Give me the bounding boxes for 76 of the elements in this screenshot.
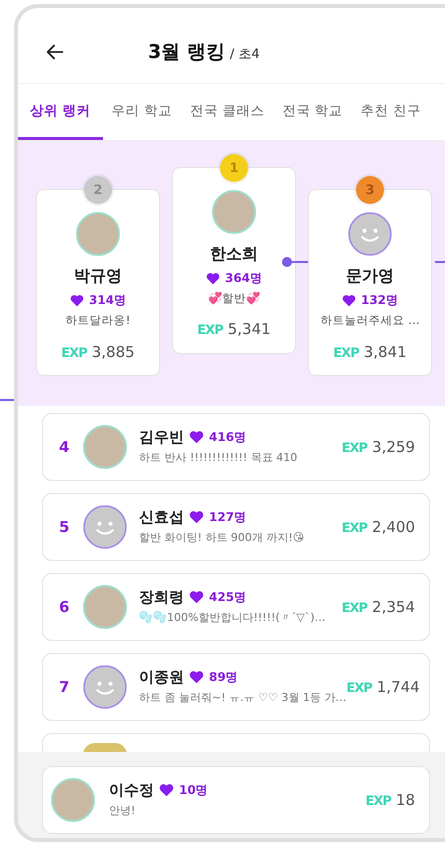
exp-value: 3,259: [372, 438, 415, 456]
heart-count: 364명: [224, 270, 262, 287]
exp-value: 3,841: [364, 343, 407, 361]
rank-number: 7: [59, 678, 70, 696]
photo-placeholder: [83, 585, 127, 629]
photo-placeholder: [51, 778, 95, 822]
tab[interactable]: 전국 학교: [273, 84, 352, 140]
heart-icon: [189, 430, 204, 444]
medal-badge: 3: [356, 176, 384, 204]
user-name: 이수정: [109, 780, 154, 800]
exp-label: EXP: [346, 681, 372, 696]
user-name: 장희령: [139, 588, 184, 607]
photo-placeholder: [76, 212, 120, 256]
status-message: 💞할반💞: [208, 291, 260, 306]
heart-icon: [159, 783, 174, 798]
heart-icon: [342, 294, 356, 307]
leader-line: [435, 261, 445, 263]
exp-value: 5,341: [228, 320, 271, 338]
medal-badge: 2: [84, 176, 112, 204]
default-avatar-icon: [83, 665, 127, 709]
exp-label: EXP: [197, 323, 223, 338]
heart-count: 132명: [360, 292, 398, 309]
heart-count: 89명: [209, 668, 238, 686]
tab[interactable]: 전국 클래스: [181, 84, 274, 140]
rank-number: 4: [59, 438, 70, 456]
tab[interactable]: 추천 친구: [352, 84, 430, 140]
status-message: 안녕!: [109, 802, 136, 819]
heart-icon: [70, 294, 84, 307]
tab[interactable]: 우리 학교: [102, 84, 181, 140]
exp-value: 3,885: [92, 343, 135, 361]
heart-count: 416명: [209, 428, 246, 446]
rank-number: 5: [59, 518, 70, 536]
heart-count: 314명: [88, 292, 126, 309]
exp-value: 2,354: [372, 598, 415, 616]
status-message: 하트 좀 눌러줘~! ㅠ.ㅠ ♡♡ 3월 1등 가…: [139, 690, 346, 706]
exp-label: EXP: [342, 441, 368, 456]
heart-count: 127명: [209, 508, 246, 526]
user-name: 한소희: [210, 244, 258, 265]
ranking-row[interactable]: 6 장희령 425명 🫧🫧100%할반합니다!!!!!(〃´▽`)… EXP 2,354: [42, 573, 430, 641]
heart-icon: [189, 510, 204, 524]
heart-icon: [206, 272, 220, 285]
status-message: 하트눌러주세요 …: [320, 313, 420, 328]
user-name: 신효섭: [139, 508, 184, 527]
user-name: 문가영: [346, 266, 394, 287]
exp-label: EXP: [61, 346, 87, 361]
my-rank-row[interactable]: 이수정 10명 안녕! EXP 18: [42, 766, 430, 834]
exp-value: 1,744: [376, 678, 420, 696]
leader-line: [281, 256, 308, 268]
ranking-row[interactable]: 4 김우빈 416명 하트 반사 !!!!!!!!!!!!! 목표 410 EXP 3,259: [42, 413, 430, 481]
heart-icon: [189, 670, 204, 684]
leader-line: [0, 399, 14, 401]
exp-label: EXP: [342, 521, 368, 536]
user-name: 이종원: [139, 668, 184, 687]
user-name: 박규영: [74, 266, 122, 287]
exp-label: EXP: [365, 794, 391, 809]
default-avatar-icon: [348, 212, 392, 256]
exp-value: 18: [396, 791, 415, 809]
status-message: 하트 반사 !!!!!!!!!!!!! 목표 410: [139, 450, 298, 466]
status-message: 하트달라옹!: [66, 313, 130, 328]
default-avatar-icon: [83, 505, 127, 549]
exp-label: EXP: [342, 601, 368, 616]
medal-badge: 1: [220, 154, 248, 182]
page-title: 3월 랭킹: [148, 40, 225, 64]
heart-count: 10명: [179, 782, 208, 799]
rank-number: 6: [59, 598, 70, 616]
heart-count: 425명: [209, 588, 246, 606]
status-message: 할반 화이팅! 하트 900개 까지!😘: [139, 530, 304, 546]
ranking-row[interactable]: 5 신효섭 127명 할반 화이팅! 하트 900개 까지!😘 EXP 2,400: [42, 493, 430, 561]
heart-icon: [189, 590, 204, 604]
photo-placeholder: [212, 190, 256, 234]
user-name: 김우빈: [139, 428, 184, 447]
exp-label: EXP: [333, 346, 359, 361]
photo-placeholder: [83, 425, 127, 469]
page-subtitle: / 초4: [230, 46, 260, 62]
status-message: 🫧🫧100%할반합니다!!!!!(〃´▽`)…: [139, 610, 326, 626]
exp-value: 2,400: [372, 518, 415, 536]
